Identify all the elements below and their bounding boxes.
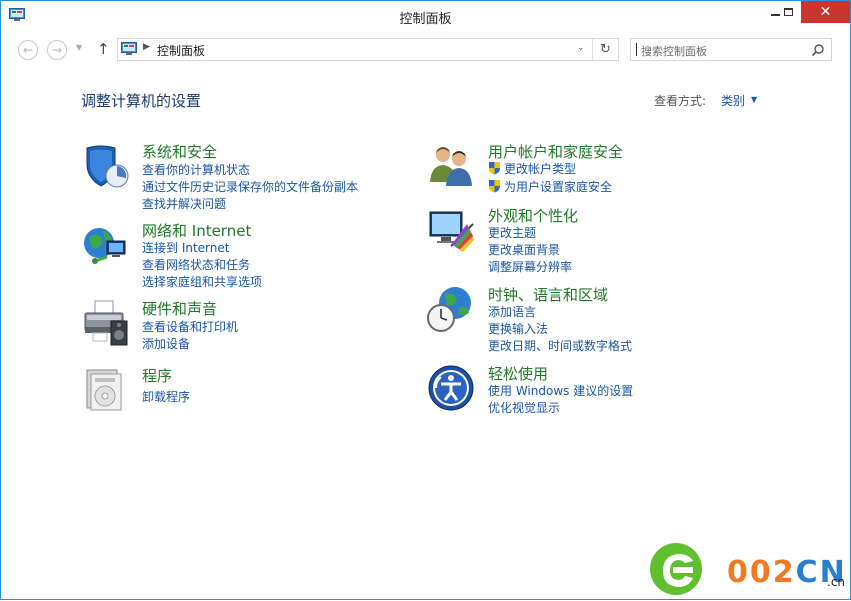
clock-globe-icon[interactable] (427, 285, 475, 333)
link-change-date-time-format[interactable]: 更改日期、时间或数字格式 (488, 337, 632, 354)
link-view-computer-status[interactable]: 查看你的计算机状态 (142, 161, 250, 178)
search-box[interactable]: 搜索控制面板 (630, 38, 832, 61)
link-optimize-visual-display[interactable]: 优化视觉显示 (488, 399, 560, 416)
link-troubleshoot[interactable]: 查找并解决问题 (142, 195, 226, 212)
link-file-history-backup[interactable]: 通过文件历史记录保存你的文件备份副本 (142, 178, 358, 195)
watermark-text-a: 002 (727, 555, 796, 590)
title-bar[interactable]: 控制面板 ✕ (1, 1, 850, 31)
maximize-icon (784, 8, 793, 16)
maximize-button-glyph[interactable] (776, 1, 801, 23)
view-by-chevron-down-icon[interactable]: ▼ (751, 95, 757, 104)
view-by-label: 查看方式: (654, 94, 707, 108)
text-caret (636, 43, 637, 56)
refresh-icon: ↻ (600, 42, 611, 57)
breadcrumb-chevron-icon[interactable]: ▶ (143, 42, 150, 52)
address-dropdown-button[interactable]: ⌄ (577, 43, 585, 53)
watermark-suffix: .cn (827, 575, 846, 589)
category-title-programs[interactable]: 程序 (142, 365, 172, 386)
recent-locations-dropdown[interactable]: ▼ (76, 43, 82, 52)
programs-icon[interactable] (81, 366, 129, 414)
network-globe-icon[interactable] (81, 221, 129, 269)
link-add-language[interactable]: 添加语言 (488, 303, 536, 320)
search-input[interactable]: 搜索控制面板 (641, 43, 707, 59)
uac-shield-icon (489, 180, 500, 193)
search-icon[interactable] (811, 43, 825, 57)
category-title-clock-language[interactable]: 时钟、语言和区域 (488, 284, 608, 305)
page-heading: 调整计算机的设置 (81, 92, 202, 110)
link-change-theme[interactable]: 更改主题 (488, 224, 536, 241)
link-homegroup-sharing[interactable]: 选择家庭组和共享选项 (142, 273, 262, 290)
close-icon: ✕ (819, 4, 832, 20)
category-title-network-internet[interactable]: 网络和 Internet (142, 220, 251, 241)
navigation-toolbar: ← → ▼ ↑ ▶ 控制面板 ⌄ ↻ 搜索控制面板 (1, 31, 850, 69)
link-windows-recommended-settings[interactable]: 使用 Windows 建议的设置 (488, 382, 633, 399)
category-title-ease-of-access[interactable]: 轻松使用 (488, 363, 548, 384)
link-adjust-resolution[interactable]: 调整屏幕分辨率 (488, 258, 572, 275)
close-button[interactable]: ✕ (801, 1, 850, 23)
refresh-button[interactable]: ↻ (592, 39, 618, 60)
control-panel-icon (121, 42, 137, 55)
link-change-account-type[interactable]: 更改帐户类型 (504, 160, 576, 177)
category-title-user-accounts[interactable]: 用户帐户和家庭安全 (488, 141, 623, 162)
ease-of-access-icon[interactable] (427, 364, 475, 412)
up-arrow-icon: ↑ (97, 40, 110, 58)
watermark-logo-icon (650, 543, 702, 595)
category-title-hardware-sound[interactable]: 硬件和声音 (142, 298, 217, 319)
forward-arrow-icon: → (51, 43, 63, 57)
printer-icon[interactable] (81, 299, 129, 347)
back-arrow-icon: ← (22, 43, 34, 57)
watermark: 002CN .cn (649, 541, 849, 601)
back-button[interactable]: ← (18, 40, 38, 60)
address-bar[interactable]: ▶ 控制面板 ⌄ ↻ (117, 38, 619, 61)
view-by-dropdown[interactable]: 类别 (721, 92, 745, 109)
window-title: 控制面板 (399, 12, 452, 27)
appearance-icon[interactable] (427, 206, 475, 254)
link-devices-printers[interactable]: 查看设备和打印机 (142, 318, 238, 335)
link-connect-internet[interactable]: 连接到 Internet (142, 239, 229, 256)
link-add-device[interactable]: 添加设备 (142, 335, 190, 352)
users-icon[interactable] (427, 142, 475, 190)
up-button[interactable]: ↑ (97, 40, 110, 58)
forward-button[interactable]: → (47, 40, 67, 60)
link-change-desktop-background[interactable]: 更改桌面背景 (488, 241, 560, 258)
link-network-status[interactable]: 查看网络状态和任务 (142, 256, 250, 273)
control-panel-window: 控制面板 ✕ ← → ▼ ↑ ▶ 控制面板 ⌄ ↻ 搜索控制面板 调整计算机的设… (0, 0, 851, 600)
category-title-appearance[interactable]: 外观和个性化 (488, 205, 578, 226)
uac-shield-icon (489, 162, 500, 175)
breadcrumb-control-panel[interactable]: 控制面板 (157, 42, 205, 59)
link-family-safety[interactable]: 为用户设置家庭安全 (504, 178, 612, 195)
category-title-system-security[interactable]: 系统和安全 (142, 141, 217, 162)
shield-icon[interactable] (81, 142, 129, 190)
link-uninstall-program[interactable]: 卸载程序 (142, 388, 190, 405)
link-change-input-method[interactable]: 更换输入法 (488, 320, 548, 337)
